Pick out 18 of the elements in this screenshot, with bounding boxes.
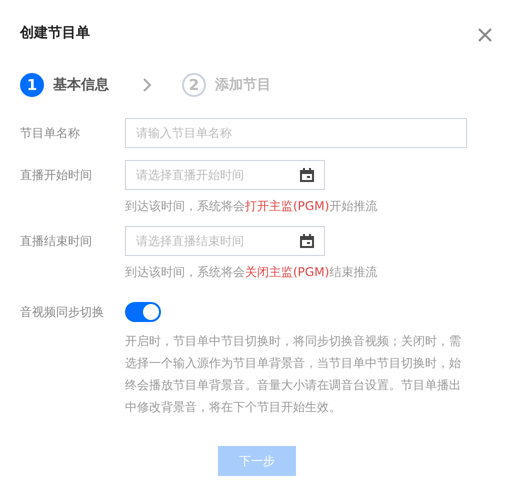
date-field[interactable]: 请选择直播结束时间 <box>125 226 325 256</box>
date-field[interactable]: 请选择直播开始时间 <box>125 160 325 190</box>
close-icon[interactable] <box>478 28 492 42</box>
hint-text: 到达该时间，系统将会关闭主监(PGM)结束推流 <box>125 264 378 280</box>
toggle-switch[interactable] <box>125 302 161 322</box>
field-label: 直播结束时间 <box>20 233 93 250</box>
step-tab[interactable]: 1 基本信息 <box>20 73 109 97</box>
calendar-icon[interactable] <box>300 234 314 248</box>
step-tab[interactable]: 2 添加节目 <box>182 73 271 97</box>
input-field[interactable]: 请输入节目单名称 <box>125 118 467 148</box>
field-label: 音视频同步切换 <box>20 304 105 321</box>
dialog-title: 创建节目单 <box>20 24 90 42</box>
description-text: 开启时，节目单中节目切换时，将同步切换音视频；关闭时，需选择一个输入源作为节目单背景音，当节目单中节目切换时，始终会播放节目单背景音。音量大小请在调音台设置。节目单播出中修改背景音，将在下个节目开始生效。 <box>125 333 462 416</box>
chevron-icon <box>143 78 152 92</box>
calendar-icon[interactable] <box>300 168 314 182</box>
field-label: 直播开始时间 <box>20 167 93 184</box>
field-label: 节目单名称 <box>20 125 81 142</box>
hint-text: 到达该时间，系统将会打开主监(PGM)开始推流 <box>125 198 378 214</box>
